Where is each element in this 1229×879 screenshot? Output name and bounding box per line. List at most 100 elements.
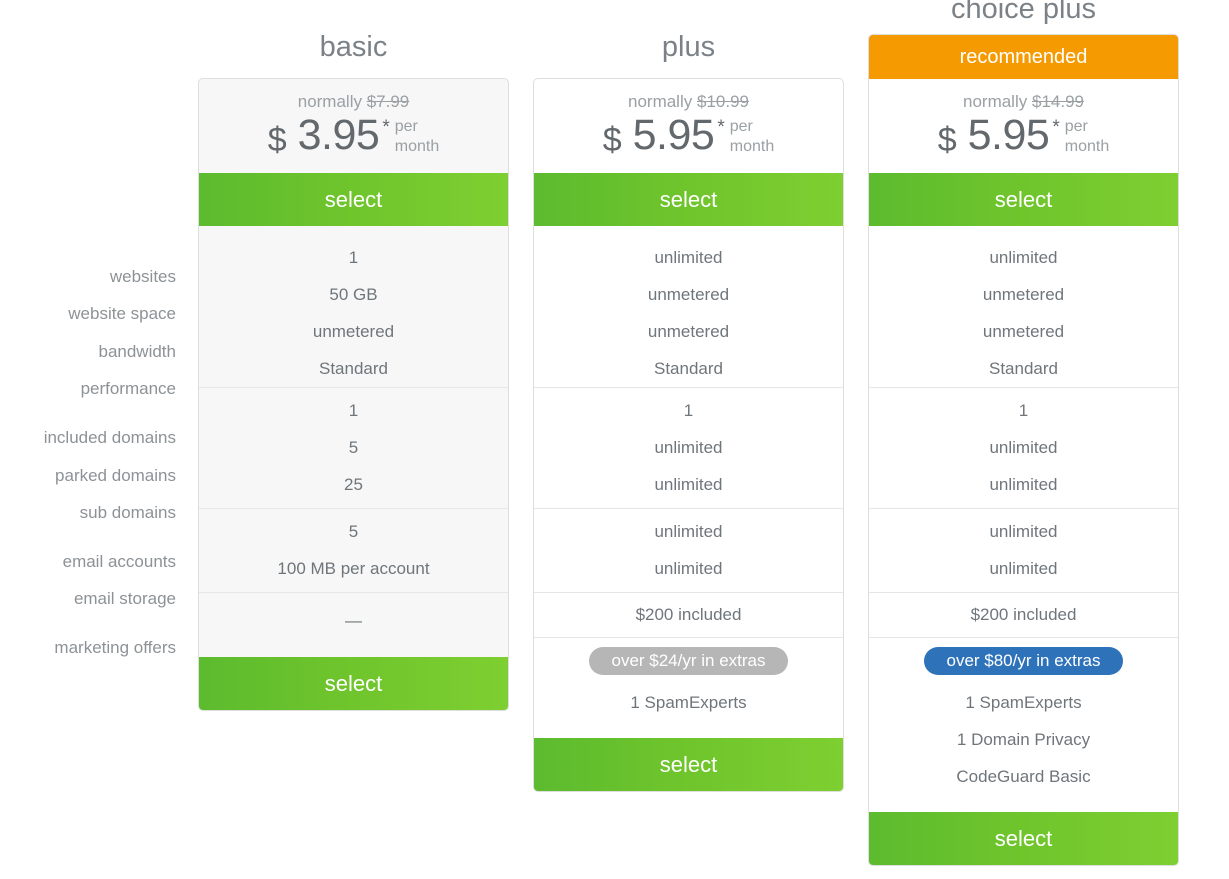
extras-pill-row: over $80/yr in extras <box>869 638 1178 684</box>
feature-value: unlimited <box>989 522 1058 541</box>
feature-list-plus: unlimited unmetered unmetered Standard 1 unli… <box>534 226 843 738</box>
feature-value: Standard <box>989 359 1058 378</box>
struck-price-plus: $10.99 <box>696 92 749 111</box>
price-amount-basic: $ 3.95 <box>267 114 380 159</box>
price-asterisk: * <box>717 117 725 138</box>
plan-card-choice-plus: recommended normally $14.99 $ 5.95 * per mont… <box>868 34 1179 866</box>
feature-value: $200 included <box>970 605 1077 624</box>
feature-value: 5 <box>348 438 359 457</box>
price-amount-choice-plus: $ 5.95 <box>937 114 1050 159</box>
price-value-basic: 3.95 <box>297 111 380 159</box>
feature-label-website-space: website space <box>68 304 176 323</box>
feature-group: unlimited unmetered unmetered Standard <box>869 226 1178 388</box>
feature-value: — <box>345 611 362 630</box>
price-block-choice-plus: normally $14.99 $ 5.95 * per month <box>869 79 1178 173</box>
feature-label-email-storage: email storage <box>73 589 176 608</box>
feature-value: unlimited <box>654 438 723 457</box>
per-month-text: per month <box>1065 117 1109 156</box>
price-asterisk: * <box>1052 117 1060 138</box>
extras-section-choice-plus: over $80/yr in extras 1 SpamExperts 1 Doma… <box>869 638 1178 812</box>
feature-value: 1 <box>348 401 359 420</box>
normally-word: normally <box>963 92 1028 111</box>
select-button-bottom-basic[interactable]: select <box>199 657 508 710</box>
price-block-plus: normally $10.99 $ 5.95 * per month <box>534 79 843 173</box>
currency-symbol: $ <box>937 121 957 159</box>
feature-group: $200 included <box>534 593 843 638</box>
feature-label-marketing-offers: marketing offers <box>54 638 176 657</box>
pricing-table: websites website space bandwidth performanc… <box>0 0 1229 879</box>
plan-card-basic: normally $7.99 $ 3.95 * per month select 1 50 G… <box>198 78 509 711</box>
normally-price-plus: normally $10.99 <box>534 92 843 112</box>
per-word: per <box>729 118 753 135</box>
extras-badge-choice-plus[interactable]: over $80/yr in extras <box>924 647 1123 675</box>
feature-group: 1 50 GB unmetered Standard <box>199 226 508 388</box>
feature-group: unlimited unlimited <box>534 509 843 593</box>
feature-value: 1 <box>348 248 359 267</box>
feature-value: unmetered <box>982 322 1065 341</box>
feature-value: $200 included <box>635 605 742 624</box>
feature-value: Standard <box>654 359 723 378</box>
feature-group: 1 5 25 <box>199 388 508 509</box>
feature-label-included-domains: included domains <box>43 428 176 447</box>
feature-value: 1 <box>1018 401 1029 420</box>
price-asterisk: * <box>382 117 390 138</box>
feature-value: unlimited <box>654 559 723 578</box>
feature-value: 5 <box>348 522 359 541</box>
feature-group: — <box>199 593 508 657</box>
feature-list-basic: 1 50 GB unmetered Standard 1 5 25 5 100 MB per a… <box>199 226 508 657</box>
feature-group: 1 unlimited unlimited <box>534 388 843 509</box>
price-value-plus: 5.95 <box>632 111 715 159</box>
currency-symbol: $ <box>267 121 287 159</box>
price-amount-plus: $ 5.95 <box>603 114 715 158</box>
feature-value: 50 GB <box>329 285 378 304</box>
month-word: month <box>1064 137 1110 155</box>
feature-label-sub-domains: sub domains <box>79 503 176 522</box>
feature-value: 25 <box>344 475 363 494</box>
extras-item: 1 SpamExperts <box>965 693 1082 712</box>
extras-spacer <box>534 721 843 738</box>
feature-group: 5 100 MB per account <box>199 509 508 593</box>
price-line-choice-plus: $ 5.95 * per month <box>869 114 1178 159</box>
per-word: per <box>394 118 418 135</box>
feature-value: unmetered <box>647 285 730 304</box>
plan-title-choice-plus: choice plus <box>950 0 1097 25</box>
extras-badge-plus[interactable]: over $24/yr in extras <box>589 647 788 675</box>
feature-group: unlimited unlimited <box>869 509 1178 593</box>
feature-value: unlimited <box>989 475 1058 494</box>
select-button-top-plus[interactable]: select <box>534 173 843 226</box>
feature-value: unlimited <box>989 559 1058 578</box>
price-line-plus: $ 5.95 * per month <box>534 114 843 158</box>
normally-word: normally <box>628 92 693 111</box>
feature-value: unlimited <box>654 522 723 541</box>
price-line-basic: $ 3.95 * per month <box>199 114 508 159</box>
feature-label-bandwidth: bandwidth <box>98 342 176 361</box>
price-block-basic: normally $7.99 $ 3.95 * per month <box>199 79 508 173</box>
feature-value: unlimited <box>654 475 723 494</box>
feature-value: Standard <box>319 359 388 378</box>
extras-item: 1 Domain Privacy <box>956 730 1091 749</box>
feature-label-performance: performance <box>80 379 176 398</box>
month-word: month <box>394 137 440 155</box>
feature-label-email-accounts: email accounts <box>62 552 176 571</box>
select-button-top-basic[interactable]: select <box>199 173 508 226</box>
per-month-text: per month <box>395 117 439 156</box>
extras-item: 1 SpamExperts <box>630 693 747 712</box>
select-button-bottom-choice-plus[interactable]: select <box>869 812 1178 865</box>
select-button-top-choice-plus[interactable]: select <box>869 173 1178 226</box>
price-value-choice-plus: 5.95 <box>967 111 1050 159</box>
feature-value: unlimited <box>989 248 1058 267</box>
plan-title-plus: plus <box>661 31 716 63</box>
select-button-bottom-plus[interactable]: select <box>534 738 843 791</box>
feature-group: $200 included <box>869 593 1178 638</box>
feature-value: unmetered <box>647 322 730 341</box>
feature-label-parked-domains: parked domains <box>55 466 176 485</box>
per-month-text: per month <box>730 117 774 156</box>
normally-price-basic: normally $7.99 <box>199 92 508 112</box>
extras-item: CodeGuard Basic <box>956 767 1091 786</box>
feature-value: unmetered <box>312 322 395 341</box>
plan-card-plus: normally $10.99 $ 5.95 * per month select unli… <box>533 78 844 792</box>
per-word: per <box>1064 118 1088 135</box>
feature-group: unlimited unmetered unmetered Standard <box>534 226 843 388</box>
month-word: month <box>729 137 775 155</box>
recommended-banner: recommended <box>869 35 1178 79</box>
